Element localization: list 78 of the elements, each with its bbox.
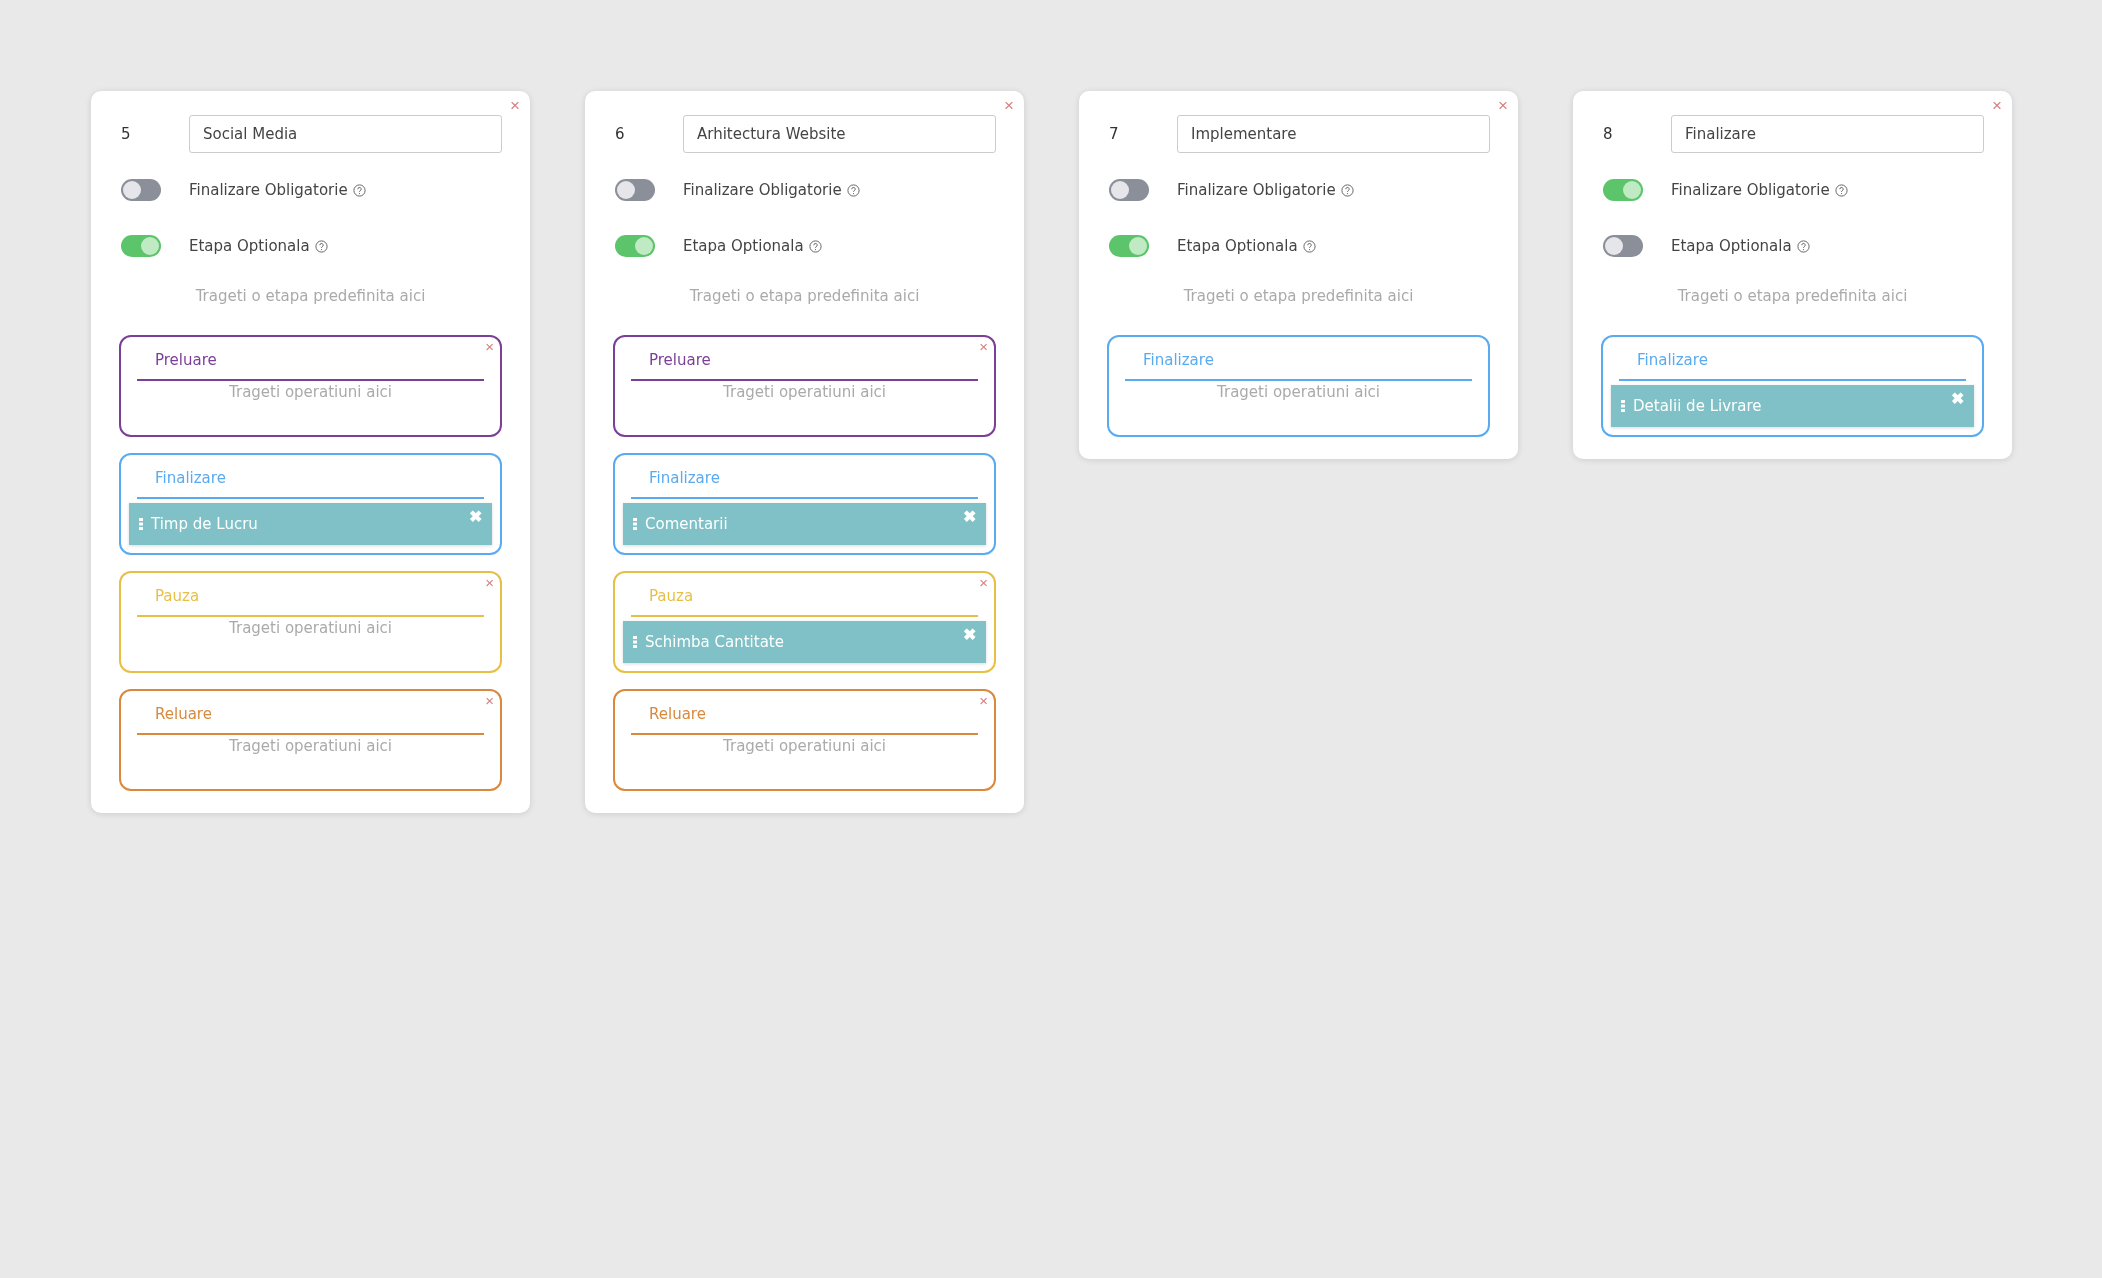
group-title: Finalizare	[154, 469, 227, 489]
drag-handle-icon[interactable]	[633, 636, 637, 648]
group-title: Pauza	[648, 587, 695, 607]
stage-name-field[interactable]: Social Media	[189, 115, 502, 153]
operation-chip[interactable]: Detalii de Livrare ✖	[1611, 385, 1974, 427]
group-title: Preluare	[154, 351, 218, 371]
help-icon[interactable]	[1340, 183, 1354, 197]
group-title: Finalizare	[1636, 351, 1709, 371]
close-button[interactable]: ×	[485, 339, 494, 354]
close-button[interactable]: ×	[1498, 97, 1508, 114]
drop-hint: Trageti o etapa predefinita aici	[688, 287, 921, 305]
group-title: Pauza	[154, 587, 201, 607]
toggle-label: Finalizare Obligatorie	[1671, 181, 1830, 199]
operation-label: Schimba Cantitate	[645, 633, 785, 651]
stage-number: 5	[120, 125, 132, 143]
operation-chip[interactable]: Schimba Cantitate ✖	[623, 621, 986, 663]
toggle-switch[interactable]	[1603, 179, 1643, 201]
close-button[interactable]: ×	[979, 693, 988, 708]
operation-chip[interactable]: Timp de Lucru ✖	[129, 503, 492, 545]
stage-name-field[interactable]: Implementare	[1177, 115, 1490, 153]
toggle-label: Etapa Optionala	[1671, 237, 1792, 255]
close-button[interactable]: ×	[1004, 97, 1014, 114]
operation-label: Comentarii	[645, 515, 729, 533]
drag-handle-icon[interactable]	[633, 518, 637, 530]
drop-hint: Trageti o etapa predefinita aici	[194, 287, 427, 305]
help-icon[interactable]	[808, 239, 822, 253]
toggle-label: Etapa Optionala	[1177, 237, 1298, 255]
close-button[interactable]: ×	[485, 575, 494, 590]
stage-name-field[interactable]: Arhitectura Website	[683, 115, 996, 153]
toggle-label: Finalizare Obligatorie	[683, 181, 842, 199]
drop-hint: Trageti operatiuni aici	[722, 382, 887, 401]
help-icon[interactable]	[352, 183, 366, 197]
operation-label: Timp de Lucru	[151, 515, 259, 533]
help-icon[interactable]	[1302, 239, 1316, 253]
operation-label: Detalii de Livrare	[1633, 397, 1763, 415]
help-icon[interactable]	[314, 239, 328, 253]
group-title: Reluare	[648, 705, 707, 725]
toggle-label: Etapa Optionala	[683, 237, 804, 255]
toggle-switch[interactable]	[1109, 179, 1149, 201]
stage-number: 7	[1108, 125, 1120, 143]
remove-button[interactable]: ✖	[469, 507, 482, 526]
drag-handle-icon[interactable]	[139, 518, 143, 530]
close-button[interactable]: ×	[510, 97, 520, 114]
toggle-switch[interactable]	[121, 179, 161, 201]
close-button[interactable]: ×	[979, 339, 988, 354]
drop-hint: Trageti operatiuni aici	[722, 736, 887, 755]
close-button[interactable]: ×	[979, 575, 988, 590]
remove-button[interactable]: ✖	[963, 507, 976, 526]
close-button[interactable]: ×	[485, 693, 494, 708]
toggle-switch[interactable]	[615, 179, 655, 201]
drag-handle-icon[interactable]	[1621, 400, 1625, 412]
remove-button[interactable]: ✖	[963, 625, 976, 644]
help-icon[interactable]	[1796, 239, 1810, 253]
drop-hint: Trageti operatiuni aici	[228, 618, 393, 637]
drop-hint: Trageti o etapa predefinita aici	[1182, 287, 1415, 305]
drop-hint: Trageti operatiuni aici	[228, 382, 393, 401]
toggle-label: Finalizare Obligatorie	[189, 181, 348, 199]
stage-number: 8	[1602, 125, 1614, 143]
drop-hint: Trageti operatiuni aici	[1216, 382, 1381, 401]
toggle-switch[interactable]	[121, 235, 161, 257]
help-icon[interactable]	[1834, 183, 1848, 197]
group-title: Reluare	[154, 705, 213, 725]
close-button[interactable]: ×	[1992, 97, 2002, 114]
operation-chip[interactable]: Comentarii ✖	[623, 503, 986, 545]
help-icon[interactable]	[846, 183, 860, 197]
group-title: Finalizare	[1142, 351, 1215, 371]
toggle-switch[interactable]	[1603, 235, 1643, 257]
drop-hint: Trageti o etapa predefinita aici	[1676, 287, 1909, 305]
toggle-label: Etapa Optionala	[189, 237, 310, 255]
stage-number: 6	[614, 125, 626, 143]
group-title: Finalizare	[648, 469, 721, 489]
drop-hint: Trageti operatiuni aici	[228, 736, 393, 755]
toggle-switch[interactable]	[1109, 235, 1149, 257]
toggle-switch[interactable]	[615, 235, 655, 257]
remove-button[interactable]: ✖	[1951, 389, 1964, 408]
stage-name-field[interactable]: Finalizare	[1671, 115, 1984, 153]
toggle-label: Finalizare Obligatorie	[1177, 181, 1336, 199]
group-title: Preluare	[648, 351, 712, 371]
